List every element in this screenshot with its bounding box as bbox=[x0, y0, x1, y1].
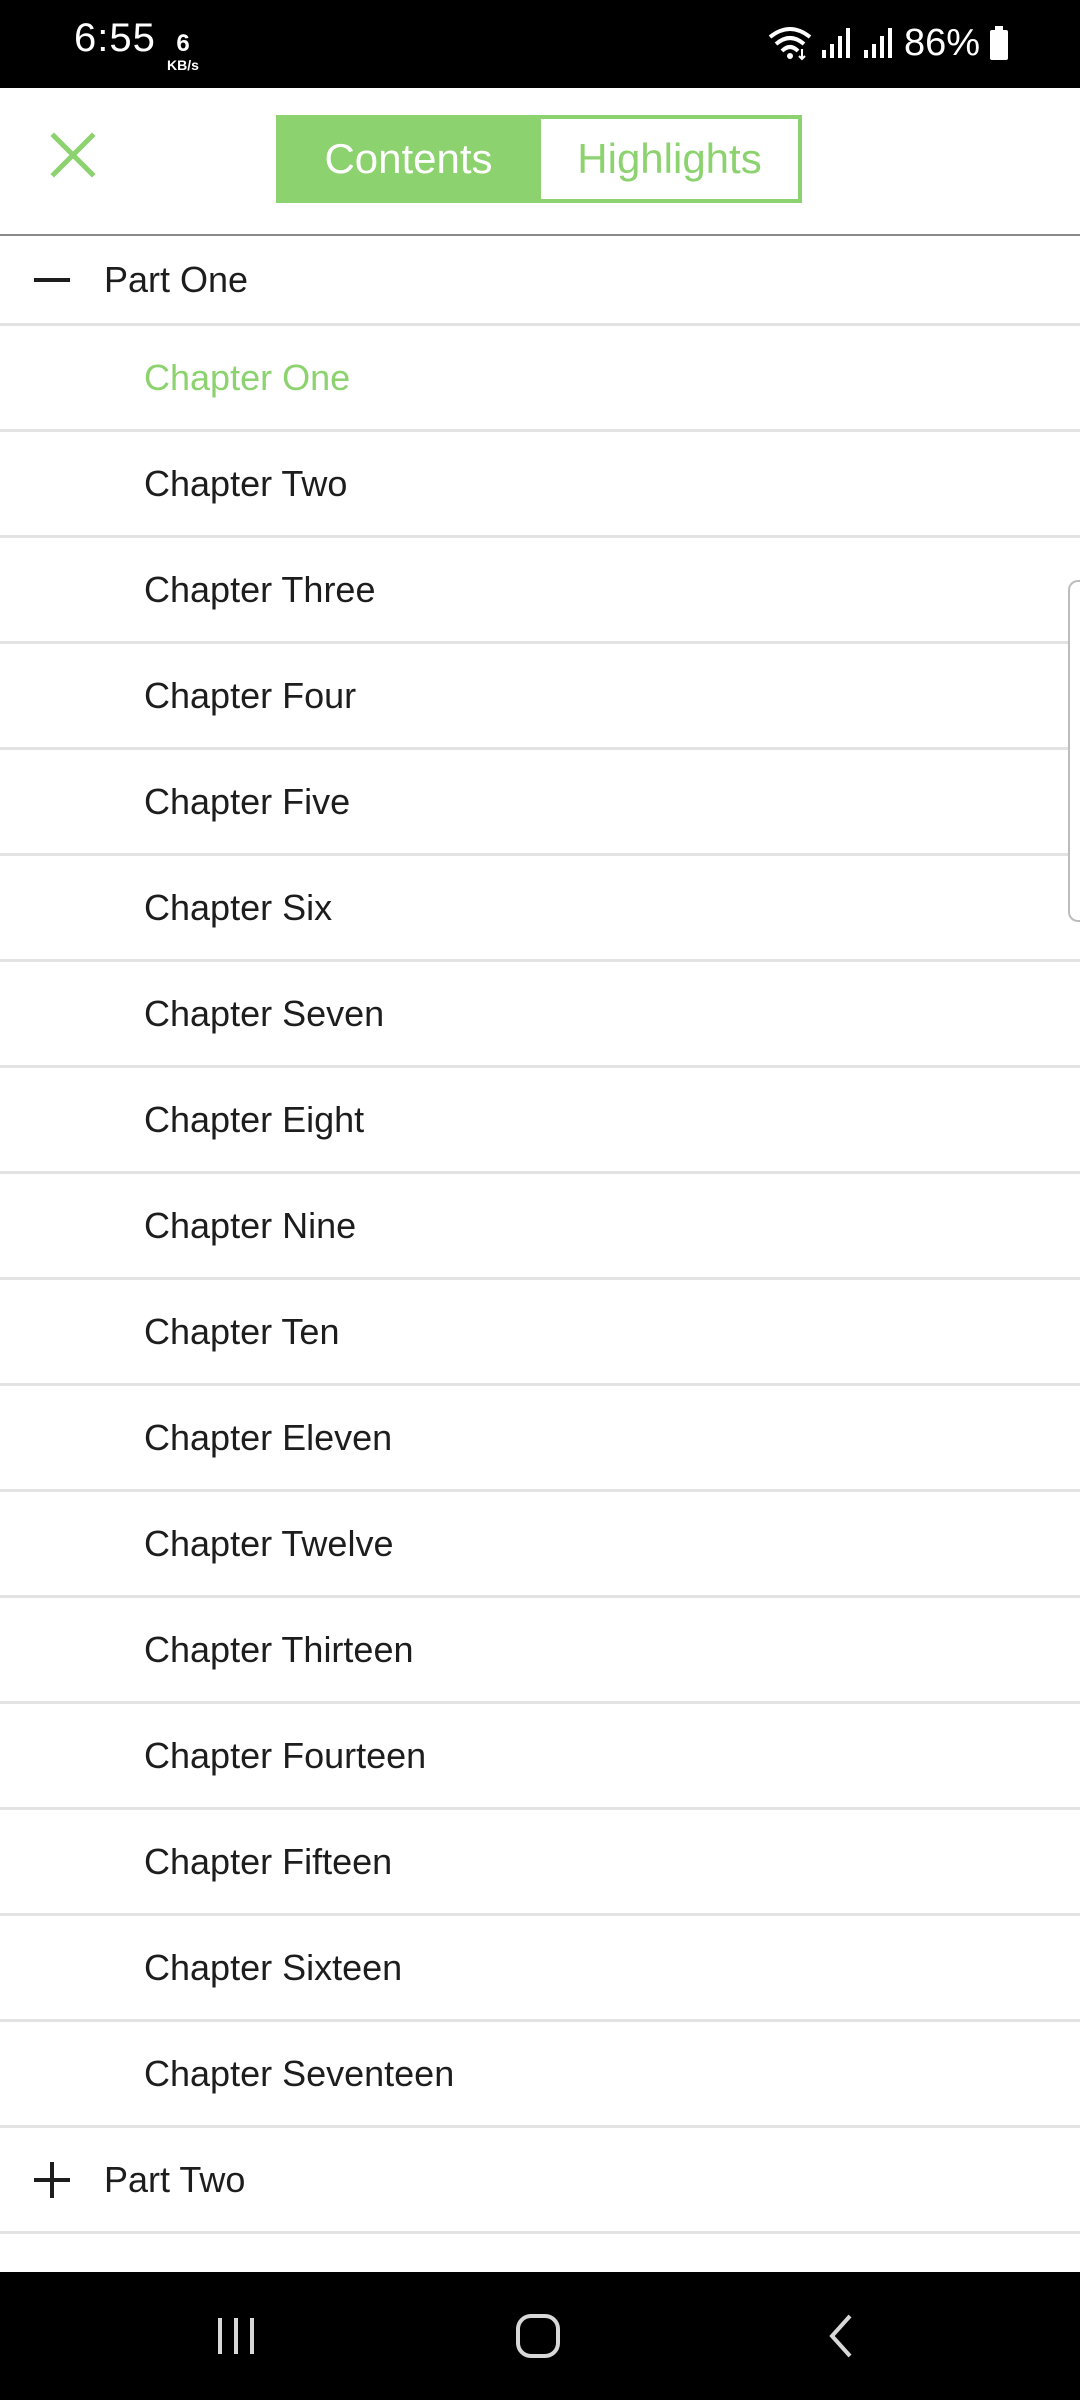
toc-chapter-item[interactable]: Chapter Fifteen bbox=[0, 1810, 1080, 1916]
network-speed-value: 6 bbox=[176, 30, 190, 57]
toc-chapter-label: Chapter Six bbox=[144, 886, 333, 928]
toc-chapter-label: Chapter Eight bbox=[144, 1098, 365, 1140]
toc-chapter-item[interactable]: Chapter Eleven bbox=[0, 1386, 1080, 1492]
toc-chapter-item[interactable]: Chapter Six bbox=[0, 856, 1080, 962]
toc-chapter-item[interactable]: Chapter Seventeen bbox=[0, 2022, 1080, 2128]
toc-part-label: Part Two bbox=[104, 2158, 246, 2200]
wifi-icon bbox=[768, 27, 812, 61]
minus-icon[interactable] bbox=[32, 260, 72, 300]
back-button[interactable] bbox=[810, 2304, 874, 2368]
toc-chapter-label: Chapter Seven bbox=[144, 992, 385, 1034]
toc-chapter-label: Chapter Nine bbox=[144, 1204, 357, 1246]
toc-chapter-label: Chapter Fourteen bbox=[144, 1734, 427, 1776]
toc-chapter-label: Chapter One bbox=[144, 356, 351, 398]
network-speed-unit: KB/s bbox=[167, 57, 199, 73]
home-button[interactable] bbox=[506, 2304, 570, 2368]
home-icon bbox=[516, 2314, 560, 2358]
toc-chapter-label: Chapter Sixteen bbox=[144, 1946, 403, 1988]
status-bar: 6:55 6 KB/s 86% bbox=[0, 0, 1080, 88]
segmented-control: Contents Highlights bbox=[276, 115, 802, 203]
tab-contents[interactable]: Contents bbox=[280, 119, 537, 199]
signal-icon bbox=[821, 28, 850, 58]
toc-chapter-label: Chapter Two bbox=[144, 462, 348, 504]
toc-chapter-label: Chapter Thirteen bbox=[144, 1628, 414, 1670]
toc-chapter-item[interactable]: Chapter Eight bbox=[0, 1068, 1080, 1174]
toc-chapter-item[interactable]: Chapter Four bbox=[0, 644, 1080, 750]
close-icon bbox=[50, 132, 96, 178]
toc-part-two[interactable]: Part Two bbox=[0, 2128, 1080, 2234]
toc-chapter-label: Chapter Fifteen bbox=[144, 1840, 393, 1882]
toc-list: Part One Chapter One Chapter Two Chapter… bbox=[0, 236, 1080, 2234]
toc-part-label: Part One bbox=[104, 258, 249, 300]
battery-icon bbox=[990, 26, 1008, 60]
toc-chapter-label: Chapter Twelve bbox=[144, 1522, 394, 1564]
app-bar: Contents Highlights bbox=[0, 88, 1080, 236]
battery-percent: 86% bbox=[903, 21, 980, 64]
toc-chapter-item[interactable]: Chapter Sixteen bbox=[0, 1916, 1080, 2022]
toc-chapter-item[interactable]: Chapter One bbox=[0, 326, 1080, 432]
toc-chapter-item[interactable]: Chapter Thirteen bbox=[0, 1598, 1080, 1704]
toc-chapter-label: Chapter Four bbox=[144, 674, 357, 716]
tab-highlights[interactable]: Highlights bbox=[537, 119, 798, 199]
scroll-handle[interactable] bbox=[1068, 580, 1080, 922]
toc-chapter-label: Chapter Ten bbox=[144, 1310, 340, 1352]
status-icons: 86% bbox=[768, 18, 1010, 68]
toc-part-one[interactable]: Part One bbox=[0, 236, 1080, 326]
toc-chapter-label: Chapter Three bbox=[144, 568, 376, 610]
toc-chapter-label: Chapter Five bbox=[144, 780, 351, 822]
toc-chapter-item[interactable]: Chapter Ten bbox=[0, 1280, 1080, 1386]
back-icon bbox=[829, 2314, 852, 2358]
toc-chapter-item[interactable]: Chapter Twelve bbox=[0, 1492, 1080, 1598]
toc-chapter-label: Chapter Eleven bbox=[144, 1416, 393, 1458]
toc-chapter-item[interactable]: Chapter Nine bbox=[0, 1174, 1080, 1280]
network-speed: 6 KB/s bbox=[160, 32, 206, 73]
toc-chapter-item[interactable]: Chapter Fourteen bbox=[0, 1704, 1080, 1810]
close-button[interactable] bbox=[40, 122, 106, 188]
plus-icon[interactable] bbox=[32, 2160, 72, 2200]
recent-apps-icon bbox=[218, 2318, 254, 2354]
toc-chapter-item[interactable]: Chapter Seven bbox=[0, 962, 1080, 1068]
toc-chapter-item[interactable]: Chapter Five bbox=[0, 750, 1080, 856]
toc-chapter-item[interactable]: Chapter Three bbox=[0, 538, 1080, 644]
recent-apps-button[interactable] bbox=[204, 2304, 268, 2368]
toc-chapter-label: Chapter Seventeen bbox=[144, 2052, 455, 2094]
signal-icon bbox=[863, 28, 892, 58]
toc-chapter-item[interactable]: Chapter Two bbox=[0, 432, 1080, 538]
system-nav-bar bbox=[0, 2272, 1080, 2400]
status-time: 6:55 bbox=[74, 16, 156, 60]
